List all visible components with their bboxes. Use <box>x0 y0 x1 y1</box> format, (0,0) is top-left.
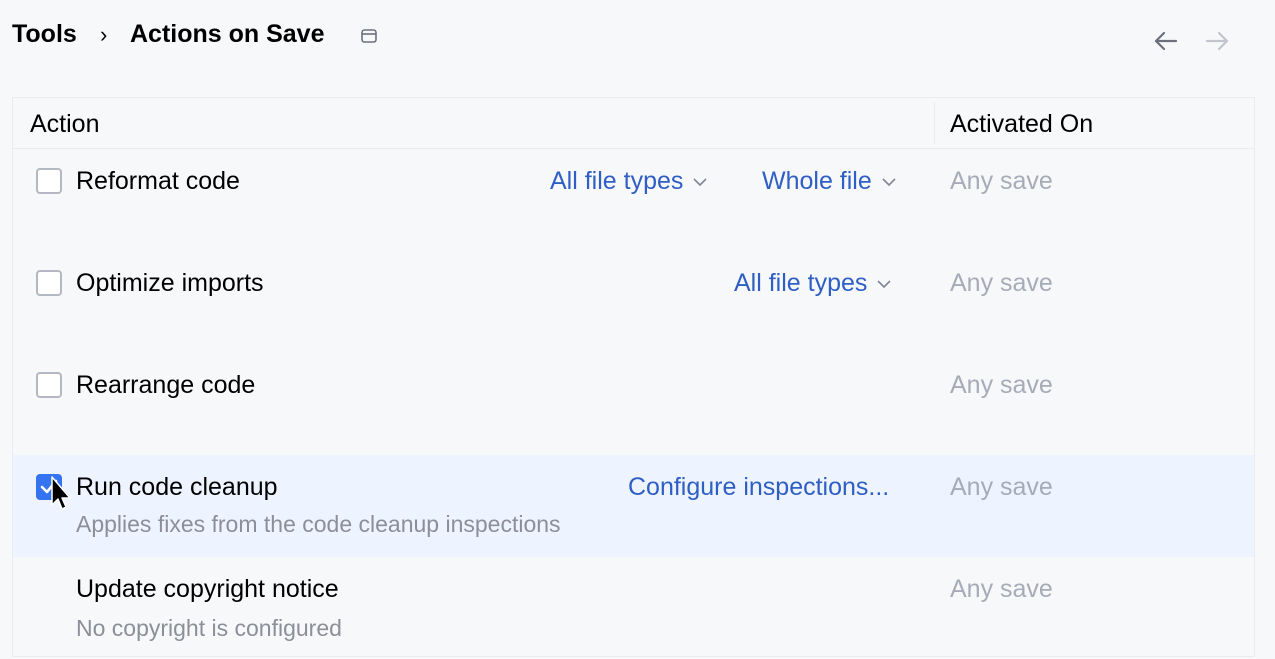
chevron-down-icon <box>877 280 891 289</box>
reformat-code-checkbox[interactable] <box>36 168 62 194</box>
column-divider[interactable] <box>934 102 935 144</box>
page-title: Actions on Save <box>130 20 325 48</box>
column-header-action[interactable]: Action <box>30 110 99 139</box>
table-row-rearrange-code[interactable]: Rearrange code Any save <box>13 353 1254 455</box>
activated-on-value[interactable]: Any save <box>950 167 1053 196</box>
table-row-update-copyright[interactable]: Update copyright notice No copyright is … <box>13 557 1254 659</box>
activated-on-value[interactable]: Any save <box>950 269 1053 298</box>
row-description: No copyright is configured <box>76 615 342 641</box>
table-row-optimize-imports[interactable]: Optimize imports All file types Any save <box>13 251 1254 353</box>
activated-on-value[interactable]: Any save <box>950 473 1053 502</box>
row-description: Applies fixes from the code cleanup insp… <box>76 511 561 537</box>
mouse-cursor-icon <box>51 476 71 510</box>
configure-inspections-link[interactable]: Configure inspections... <box>628 473 889 502</box>
arrow-right-icon <box>1205 31 1229 51</box>
row-title: Optimize imports <box>76 269 264 297</box>
row-title: Rearrange code <box>76 371 256 399</box>
back-button[interactable] <box>1152 28 1180 54</box>
dropdown-label: Whole file <box>762 167 872 195</box>
arrow-left-icon <box>1154 31 1178 51</box>
activated-on-value[interactable]: Any save <box>950 371 1053 400</box>
window-icon[interactable] <box>361 29 377 43</box>
dropdown-label: All file types <box>734 269 868 297</box>
rearrange-code-checkbox[interactable] <box>36 372 62 398</box>
activated-on-value[interactable]: Any save <box>950 575 1053 604</box>
actions-table: Action Activated On Reformat code All fi… <box>12 97 1255 657</box>
optimize-imports-checkbox[interactable] <box>36 270 62 296</box>
file-types-dropdown[interactable]: All file types <box>734 269 891 298</box>
row-title: Update copyright notice <box>76 575 339 603</box>
row-title: Reformat code <box>76 167 240 195</box>
scope-dropdown[interactable]: Whole file <box>762 167 896 196</box>
file-types-dropdown[interactable]: All file types <box>550 167 707 196</box>
table-header: Action Activated On <box>13 98 1254 149</box>
forward-button[interactable] <box>1203 28 1231 54</box>
breadcrumb-separator: › <box>100 22 108 47</box>
dropdown-label: All file types <box>550 167 684 195</box>
chevron-down-icon <box>882 178 896 187</box>
row-title: Run code cleanup <box>76 473 278 501</box>
breadcrumb-tools[interactable]: Tools <box>12 20 77 49</box>
column-header-activated-on[interactable]: Activated On <box>950 110 1093 139</box>
table-row-reformat-code[interactable]: Reformat code All file types Whole file … <box>13 149 1254 251</box>
header: Tools › Actions on Save <box>0 0 1275 80</box>
table-row-run-code-cleanup[interactable]: Run code cleanup Applies fixes from the … <box>13 455 1254 557</box>
chevron-down-icon <box>693 178 707 187</box>
